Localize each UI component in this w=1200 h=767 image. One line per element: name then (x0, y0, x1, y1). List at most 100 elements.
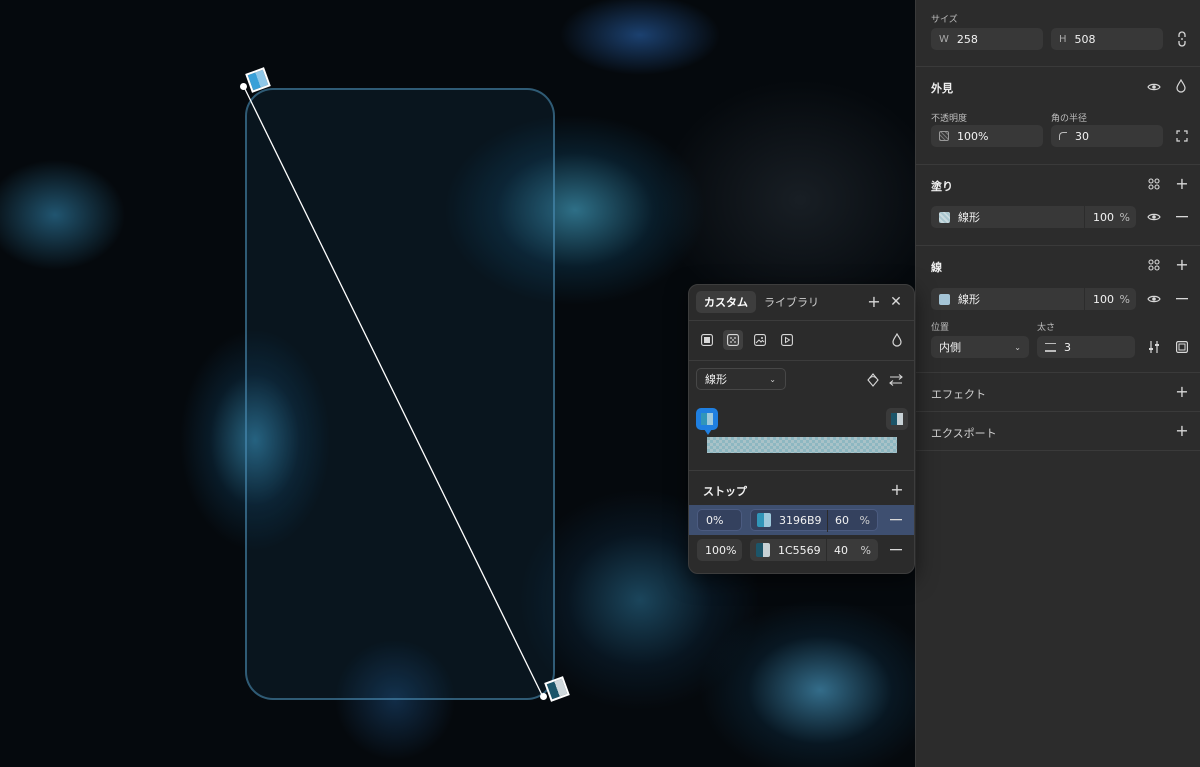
size-section: サイズ W 258 H 508 (916, 0, 1200, 67)
remove-stop-icon[interactable] (890, 542, 902, 558)
remove-fill-icon[interactable] (1174, 209, 1190, 225)
corner-radius-field[interactable]: 30 (1051, 125, 1163, 147)
image-fill-icon[interactable] (750, 330, 770, 350)
stop-color-hex: 3196B9 (779, 513, 822, 527)
popup-divider (689, 360, 914, 361)
stop-opacity: 40 (834, 543, 848, 557)
stroke-position-value: 内側 (939, 341, 961, 354)
independent-corners-icon[interactable] (1174, 128, 1190, 144)
appearance-section: 外見 不透明度 角の半径 100% 30 (916, 67, 1200, 165)
corner-radius-value: 30 (1075, 129, 1089, 143)
stroke-frame-icon[interactable] (1174, 339, 1190, 355)
stop-pointer (704, 429, 712, 435)
video-fill-icon[interactable] (777, 330, 797, 350)
popup-divider (689, 470, 914, 471)
gradient-type-select[interactable]: 線形 ⌄ (696, 368, 786, 390)
fill-swatch (939, 211, 950, 223)
height-value: 508 (1074, 32, 1096, 46)
corner-radius-icon (1059, 132, 1067, 140)
stroke-position-select[interactable]: 内側 ⌄ (931, 336, 1029, 358)
stop-color-swatch (756, 543, 770, 557)
gradient-type-value: 線形 (705, 373, 727, 386)
radius-label: 角の半径 (1051, 114, 1088, 124)
add-fill-icon[interactable]: + (1174, 176, 1190, 192)
width-value: 258 (956, 32, 978, 46)
add-stroke-icon[interactable]: + (1174, 257, 1190, 273)
stop-color-field[interactable]: 3196B9 60 % (750, 509, 878, 532)
gradient-start-point[interactable] (240, 83, 247, 90)
opacity-field[interactable]: 100% (931, 125, 1043, 147)
fill-visibility-icon[interactable] (1146, 209, 1162, 225)
remove-stroke-icon[interactable] (1174, 291, 1190, 307)
constrain-proportions-icon[interactable] (1174, 31, 1190, 47)
size-title: サイズ (931, 15, 958, 25)
stop-opacity: 60 (835, 513, 849, 527)
add-icon[interactable]: + (866, 294, 882, 310)
gradient-end-point[interactable] (540, 693, 547, 700)
drop-icon[interactable] (1173, 78, 1189, 94)
width-prefix: W (939, 33, 949, 45)
stroke-weight-field[interactable]: 3 (1037, 336, 1135, 358)
stop-color-swatch (757, 513, 771, 527)
stroke-opacity-unit: % (1119, 292, 1130, 306)
gradient-stop-handle-start[interactable] (696, 408, 718, 430)
eye-icon[interactable] (1146, 79, 1162, 95)
add-stop-icon[interactable]: + (889, 482, 905, 498)
swap-stops-icon[interactable] (888, 372, 904, 388)
height-prefix: H (1059, 33, 1067, 45)
export-section: エクスポート + (916, 412, 1200, 451)
styles-grid-icon[interactable] (1146, 176, 1162, 192)
tab-custom[interactable]: カスタム (696, 291, 756, 313)
stroke-weight-label: 太さ (1037, 323, 1056, 333)
stroke-weight-icon (1045, 342, 1056, 352)
stroke-visibility-icon[interactable] (1146, 291, 1162, 307)
drop-icon[interactable] (889, 332, 905, 348)
stroke-type: 線形 (958, 293, 980, 306)
stop-opacity-unit: % (860, 543, 871, 557)
fill-section: 塗り + 線形 100 % (916, 165, 1200, 246)
stroke-weight-value: 3 (1064, 340, 1071, 354)
fill-opacity-unit: % (1119, 210, 1130, 224)
solid-fill-icon[interactable] (697, 330, 717, 350)
appearance-title: 外見 (931, 82, 953, 95)
stop-row-0[interactable]: 0% 3196B9 60 % (689, 505, 914, 535)
fill-field[interactable]: 線形 100 % (931, 206, 1136, 228)
add-export-icon[interactable]: + (1174, 423, 1190, 439)
stop-position-field[interactable]: 100% (697, 539, 742, 561)
stroke-settings-icon[interactable] (1146, 339, 1162, 355)
stroke-position-label: 位置 (931, 323, 950, 333)
popup-divider (689, 320, 914, 321)
stroke-styles-grid-icon[interactable] (1146, 257, 1162, 273)
opacity-icon (939, 131, 949, 141)
stop-position-field[interactable]: 0% (697, 509, 742, 531)
width-field[interactable]: W 258 (931, 28, 1043, 50)
properties-panel: サイズ W 258 H 508 外見 不透明度 角の半径 100% 30 塗り … (915, 0, 1200, 767)
fill-title: 塗り (931, 180, 953, 193)
rotate-gradient-icon[interactable] (865, 372, 881, 388)
stop-color-field[interactable]: 1C5569 40 % (750, 539, 878, 561)
effects-section: エフェクト + (916, 373, 1200, 412)
stroke-field[interactable]: 線形 100 % (931, 288, 1136, 310)
stroke-section: 線 + 線形 100 % 位置 太さ 内側 ⌄ 3 (916, 246, 1200, 373)
height-field[interactable]: H 508 (1051, 28, 1163, 50)
gradient-stop-handle-end[interactable] (886, 408, 908, 430)
stop-color-hex: 1C5569 (778, 543, 821, 557)
stops-title: ストップ (703, 485, 747, 498)
stroke-swatch (939, 293, 950, 305)
chevron-down-icon: ⌄ (769, 374, 776, 384)
stop-opacity-unit: % (859, 513, 870, 527)
add-effect-icon[interactable]: + (1174, 384, 1190, 400)
stroke-title: 線 (931, 261, 942, 274)
close-icon[interactable]: ✕ (888, 294, 904, 310)
gradient-picker-popup: カスタム ライブラリ + ✕ 線形 ⌄ ストップ + 0% 3196B9 60 … (688, 284, 915, 574)
chevron-down-icon: ⌄ (1014, 342, 1021, 352)
effects-title: エフェクト (931, 388, 986, 401)
opacity-value: 100% (957, 129, 989, 143)
gradient-fill-icon[interactable] (723, 330, 743, 350)
tab-library[interactable]: ライブラリ (756, 291, 827, 313)
opacity-label: 不透明度 (931, 114, 968, 124)
stop-row-1[interactable]: 100% 1C5569 40 % (689, 535, 914, 565)
remove-stop-icon[interactable] (890, 512, 902, 528)
stroke-opacity: 100 (1093, 292, 1114, 306)
gradient-bar[interactable] (707, 437, 897, 453)
